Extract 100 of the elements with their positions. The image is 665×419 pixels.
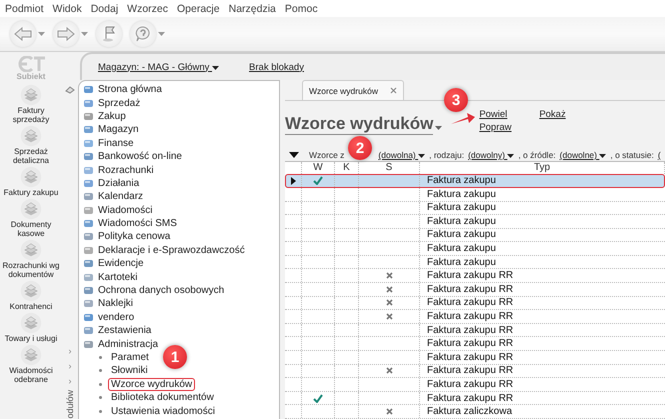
tree-item[interactable]: Wiadomości SMS — [98, 218, 177, 230]
tree-item[interactable]: Wzorce wydruków — [108, 378, 196, 391]
document-stack-icon[interactable] — [19, 280, 43, 302]
tree-item[interactable]: Działania — [98, 178, 140, 189]
action-link[interactable]: Popraw — [479, 122, 540, 135]
table-cell-text: Faktura zakupu — [426, 215, 497, 228]
tree-item[interactable]: Administracja — [98, 338, 158, 350]
menu-item[interactable]: Podmiot — [5, 2, 44, 14]
tree-item[interactable]: vendero — [98, 312, 134, 323]
tree-item[interactable]: Biblioteka dokumentów — [108, 391, 217, 404]
table-row[interactable]: Faktura zakupu RR — [285, 324, 665, 338]
tree-item[interactable]: Strona główna — [98, 84, 162, 96]
collapse-icon[interactable] — [289, 152, 299, 158]
tree-item[interactable]: Deklaracje i e-Sprawozdawczość — [98, 244, 245, 256]
table-row[interactable]: Faktura zakupu — [285, 202, 665, 216]
tree-item[interactable]: Rozrachunki — [98, 164, 154, 176]
table-row[interactable]: Faktura zakupu — [285, 215, 665, 229]
menu-item[interactable]: Wzorzec — [127, 2, 168, 14]
back-button[interactable] — [10, 21, 45, 47]
table-row[interactable]: Faktura zakupu — [285, 256, 665, 270]
module-label[interactable]: Faktury sprzedaży — [0, 106, 62, 124]
table-cell-text: Faktura zakupu — [426, 174, 497, 187]
document-stack-icon[interactable] — [19, 166, 43, 188]
table-row[interactable]: Faktura zakupu RR — [285, 364, 665, 378]
table-row[interactable]: Faktura zakupu RR — [285, 269, 665, 284]
tree-item[interactable]: Zakup — [98, 110, 126, 122]
menu-item[interactable]: Pomoc — [284, 2, 318, 14]
module-label[interactable]: Sprzedaż detaliczna — [0, 147, 62, 165]
menu-item[interactable]: Narzędzia — [228, 2, 276, 14]
tree-item[interactable]: Finanse — [98, 138, 134, 149]
table-cell-text: Faktura zakupu — [426, 202, 497, 214]
tree-item[interactable]: Bankowość on-line — [98, 151, 182, 162]
table-row[interactable]: Faktura zakupu — [285, 174, 665, 188]
bullet-icon — [99, 369, 102, 372]
tile-icon — [83, 218, 94, 230]
module-label[interactable]: Kontrahenci — [10, 302, 52, 311]
table-row[interactable]: Faktura zakupu RR — [285, 283, 665, 297]
tree-item[interactable]: Ewidencje — [98, 258, 144, 270]
cross-icon — [386, 272, 392, 280]
document-stack-icon[interactable] — [19, 198, 43, 220]
filter-value[interactable]: (dowolna) — [378, 150, 426, 160]
filter-value[interactable]: ( — [658, 150, 661, 160]
forward-button[interactable] — [53, 21, 88, 47]
table-row[interactable]: Faktura zakupu RR — [285, 310, 665, 324]
table-row[interactable]: Faktura zaliczkowa — [285, 405, 665, 419]
module-label[interactable]: Dokumenty kasowe — [0, 220, 62, 238]
document-tab[interactable]: Wzorce wydruków — [302, 80, 404, 100]
table-row[interactable]: Faktura zakupu RR — [285, 378, 665, 392]
module-label[interactable]: Wiadomości odebrane — [0, 366, 62, 384]
bullet-icon — [99, 382, 102, 386]
document-stack-icon[interactable] — [19, 312, 43, 334]
tree-item[interactable]: Magazyn — [98, 124, 139, 136]
menu-item[interactable]: Dodaj — [90, 2, 118, 14]
close-icon[interactable] — [390, 87, 397, 94]
tree-item[interactable]: Polityka cenowa — [98, 231, 170, 242]
document-stack-icon[interactable] — [19, 125, 43, 147]
table-cell-text: Faktura zakupu RR — [426, 392, 514, 404]
table-row[interactable]: Faktura zakupu RR — [285, 296, 665, 310]
module-label[interactable]: Towary i usługi — [4, 334, 58, 343]
menu-item[interactable]: Widok — [52, 2, 82, 14]
tree-item[interactable]: Słowniki — [108, 364, 151, 378]
pointer-arrow — [450, 112, 476, 126]
table-row[interactable]: Faktura zakupu RR — [285, 337, 665, 352]
flag-button[interactable] — [96, 21, 122, 47]
filter-value[interactable]: (dowolne) — [560, 150, 606, 160]
table-row[interactable]: Faktura zakupu — [285, 242, 665, 256]
table-row[interactable]: Faktura zakupu — [285, 188, 665, 202]
document-stack-icon[interactable] — [19, 84, 43, 106]
tree-item[interactable]: Zestawienia — [98, 325, 152, 336]
step-badge: 2 — [348, 136, 372, 160]
tree-item[interactable]: Ustawienia wiadomości — [108, 404, 218, 418]
tile-icon — [83, 84, 94, 96]
menu-item[interactable]: Operacje — [177, 2, 220, 14]
tree-item[interactable]: Ochrona danych osobowych — [98, 285, 224, 296]
action-link[interactable]: Powiel — [479, 109, 540, 122]
tree-item[interactable]: Kartoteki — [98, 272, 138, 283]
table-row[interactable]: Faktura zakupu RR — [285, 351, 665, 365]
filter-value[interactable]: (dowolny) — [468, 150, 514, 160]
tree-item[interactable]: Naklejki — [98, 298, 134, 310]
document-stack-icon[interactable] — [19, 239, 43, 261]
logo-icon — [16, 56, 46, 72]
arrow-left-icon — [14, 27, 32, 41]
warehouse-link[interactable]: Magazyn: - MAG - Główny — [98, 62, 220, 72]
help-button[interactable] — [130, 21, 165, 47]
filter-label: , o statusie: — [610, 150, 654, 160]
module-label[interactable]: Faktury zakupu — [4, 188, 58, 197]
lock-link[interactable]: Brak blokady — [249, 62, 304, 72]
table-cell-text: Faktura zaliczkowa — [426, 405, 514, 418]
document-stack-icon[interactable] — [19, 344, 43, 366]
tile-icon — [83, 191, 94, 202]
tree-item[interactable]: Paramet — [108, 351, 152, 364]
action-link[interactable]: Pokaż — [539, 109, 580, 122]
table-cell-text: Faktura zakupu RR — [426, 310, 514, 323]
tile-icon — [83, 244, 94, 256]
table-row[interactable]: Faktura zakupu — [285, 228, 665, 242]
table-row[interactable]: Faktura zakupu RR — [285, 392, 665, 406]
tree-item[interactable]: Sprzedaż — [98, 98, 140, 109]
tree-item[interactable]: Kalendarz — [98, 191, 144, 202]
tree-item[interactable]: Wiadomości — [98, 204, 152, 216]
module-label[interactable]: Rozrachunki wg dokumentów — [0, 261, 62, 279]
